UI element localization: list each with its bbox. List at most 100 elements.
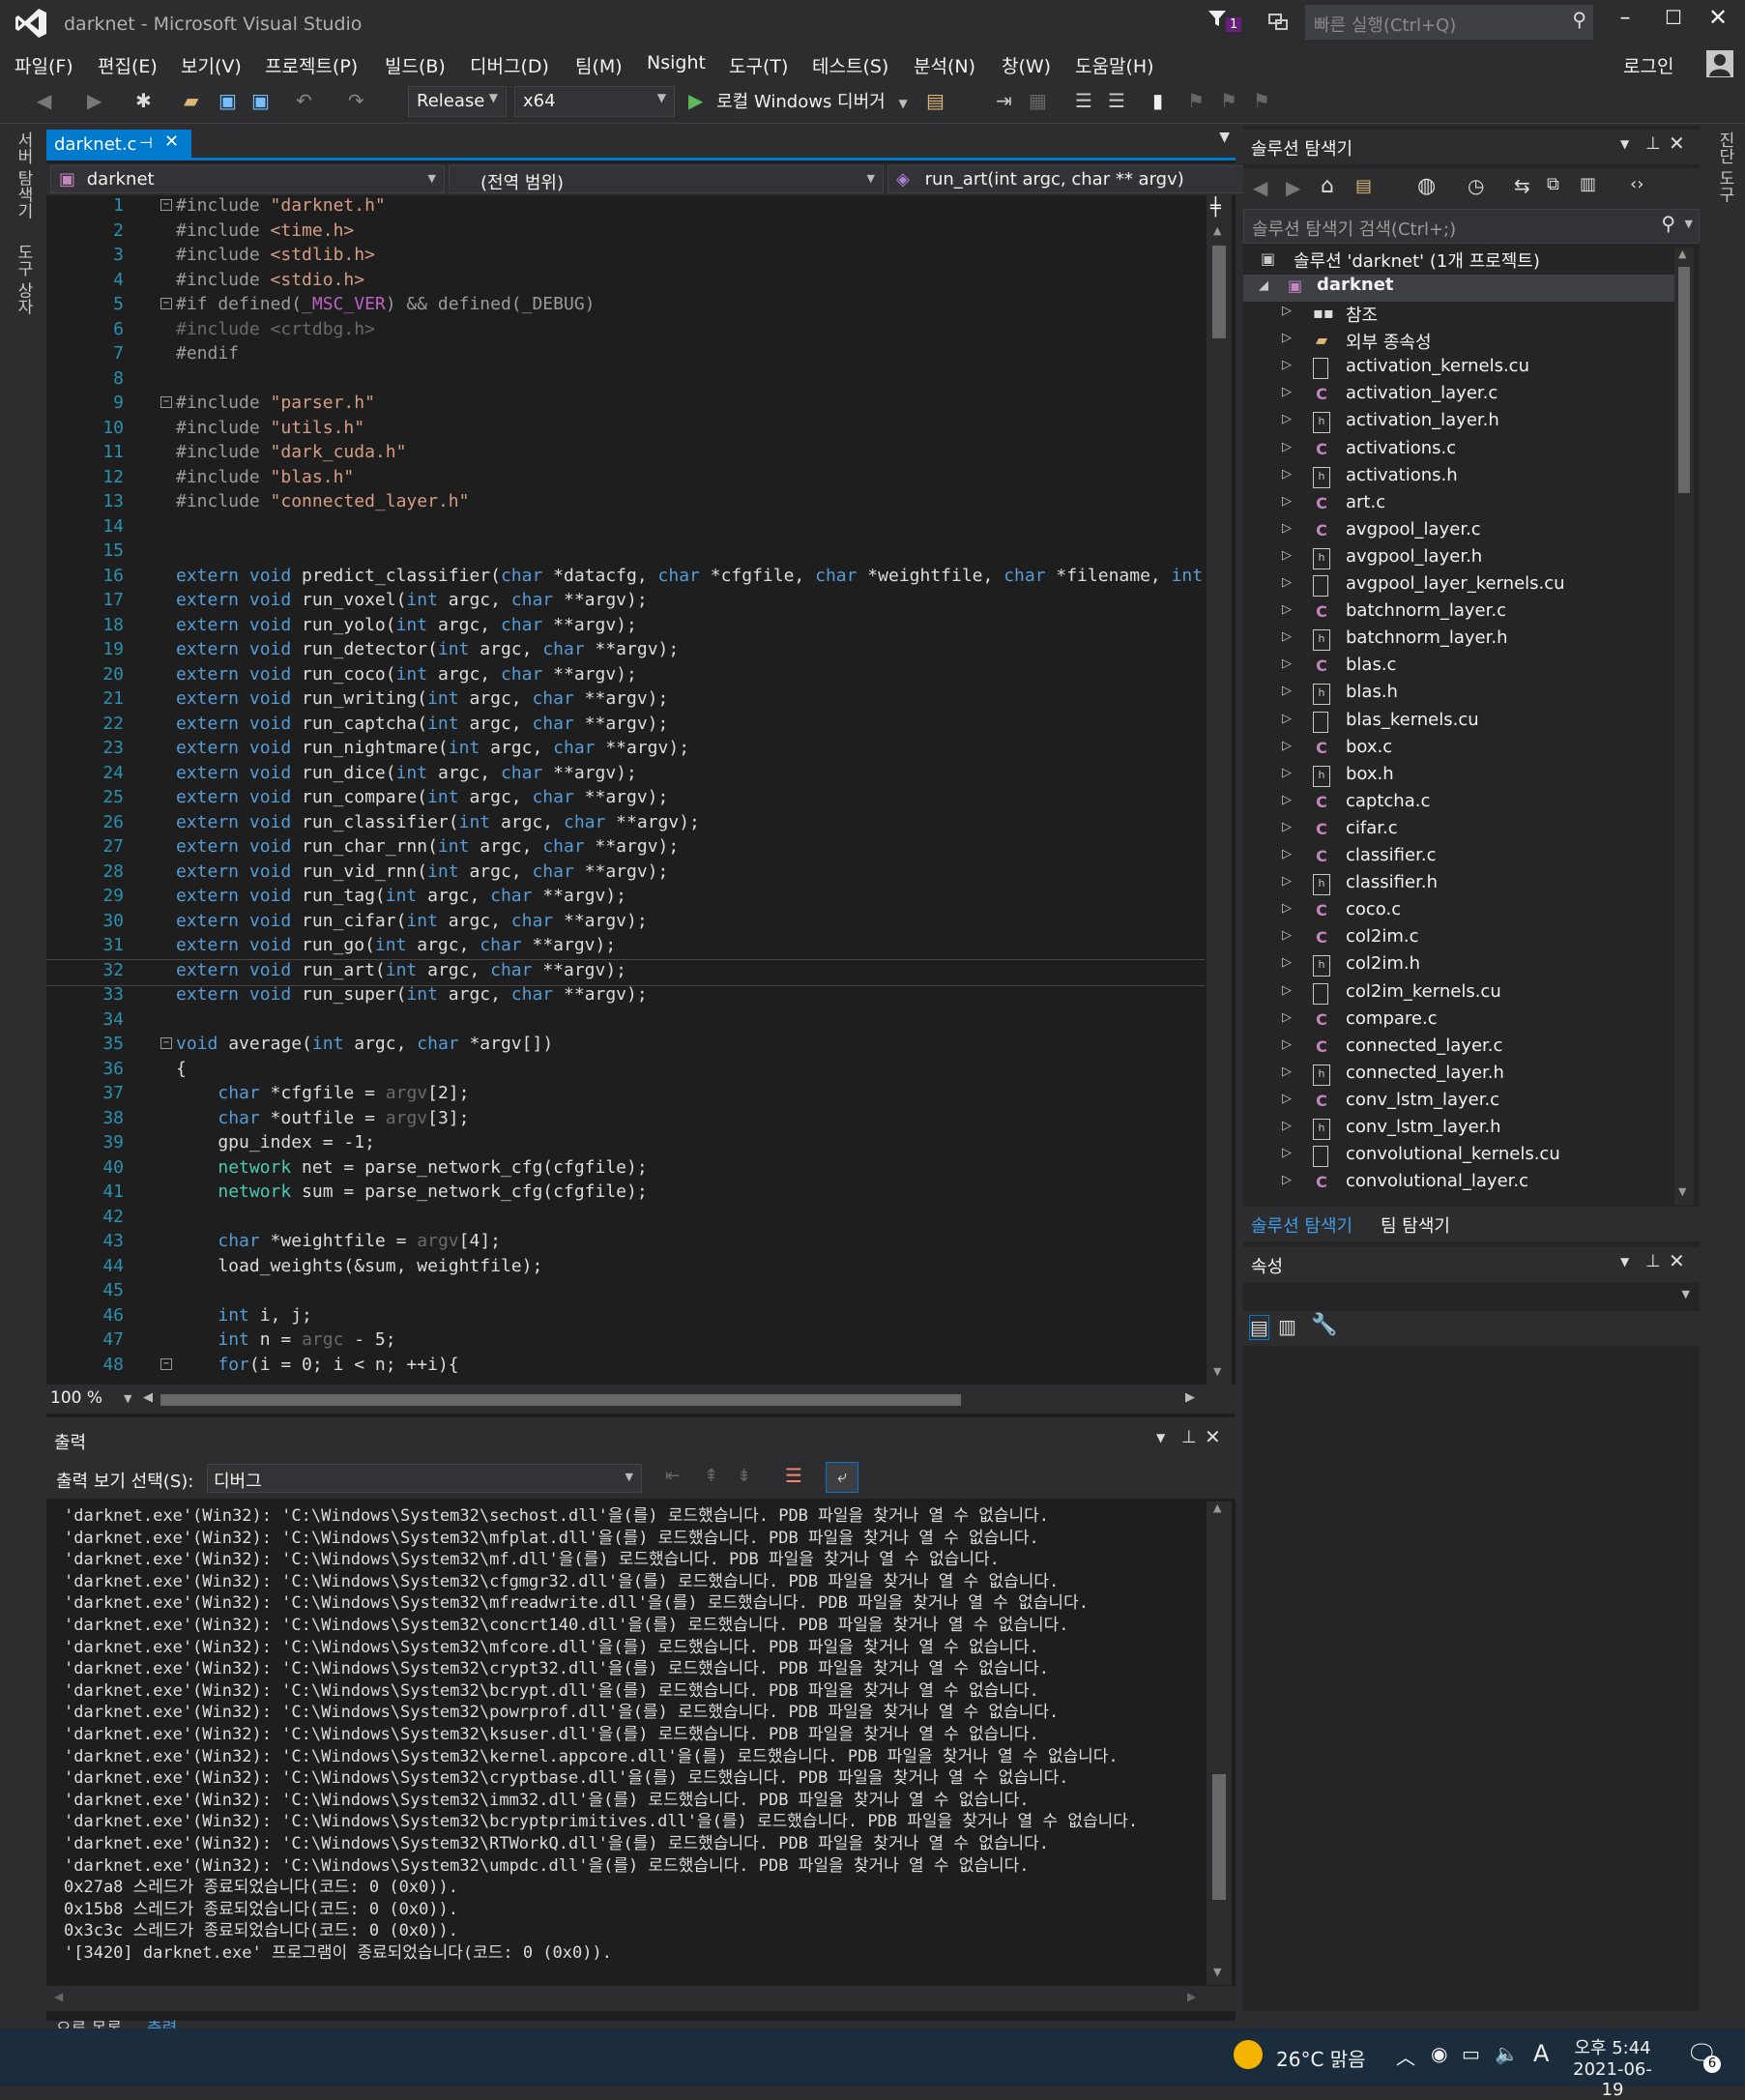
expand-icon[interactable]: ▷ [1282,739,1292,753]
new-project-icon[interactable]: ✱ [135,89,159,112]
collapse-icon[interactable]: − [160,1357,172,1370]
code-line[interactable]: 6 #include <crtdbg.h> [46,319,1205,344]
menu-team[interactable]: 팀(M) [575,52,623,78]
step-icon[interactable]: ⇥ [996,89,1019,112]
expand-icon[interactable]: ▷ [1282,1146,1292,1160]
bookmark-icon[interactable]: ▮ [1152,89,1176,112]
expand-icon[interactable]: ▷ [1282,602,1292,617]
menu-window[interactable]: 창(W) [1002,52,1051,78]
tree-item[interactable]: ▷ ▰ 외부 종속성 [1243,329,1674,356]
menu-debug[interactable]: 디버그(D) [470,52,549,78]
collapse-all-icon[interactable]: ⧉ [1547,174,1559,194]
expand-icon[interactable]: ▷ [1282,1173,1292,1187]
expand-icon[interactable]: ▷ [1282,1037,1292,1052]
code-line[interactable]: 45 [46,1280,1205,1305]
expand-icon[interactable]: ▷ [1282,440,1292,454]
next-message-icon[interactable]: ⇟ [737,1466,751,1486]
tree-item[interactable]: ▷ Cart.c [1243,492,1674,519]
expand-icon[interactable]: ▷ [1282,304,1292,318]
word-wrap-toggle-icon[interactable]: ⤶ [826,1462,858,1493]
expand-icon[interactable]: ▷ [1282,1092,1292,1106]
clock[interactable]: 오후 5:44 2021-06-19 [1566,2034,1659,2100]
code-line[interactable]: 30 extern void run_cifar(int argc, char *… [46,911,1205,936]
code-line[interactable]: 9 − #include "parser.h" [46,393,1205,418]
network-icon[interactable]: ▭ [1462,2042,1480,2065]
code-line[interactable]: 16 extern void predict_classifier(char *d… [46,566,1205,591]
scroll-down-icon[interactable]: ▼ [1213,1365,1221,1378]
close-icon[interactable]: ✕ [1205,1425,1221,1448]
tree-item[interactable]: ▷ activation_kernels.cu [1243,356,1674,383]
code-line[interactable]: 43 char *weightfile = argv[4]; [46,1231,1205,1256]
solution-node[interactable]: ▣ 솔루션 'darknet' (1개 프로젝트) [1243,248,1674,275]
goto-source-icon[interactable]: ⇤ [665,1466,680,1486]
tree-item[interactable]: ▷ Ccol2im.c [1243,926,1674,953]
expand-icon[interactable]: ▷ [1282,766,1292,780]
collapse-icon[interactable]: − [160,1037,172,1049]
expand-icon[interactable]: ▷ [1282,1119,1292,1133]
tree-item[interactable]: ▷ blas_kernels.cu [1243,710,1674,737]
quick-launch-input[interactable]: 빠른 실행(Ctrl+Q) ⚲ [1305,5,1593,40]
pending-changes-icon[interactable]: ◷ [1468,174,1484,197]
code-line[interactable]: 8 [46,368,1205,394]
code-line[interactable]: 31 extern void run_go(int argc, char **ar… [46,935,1205,960]
member-dropdown[interactable]: ◈ run_art(int argc, char ** argv) ▼ [887,165,1278,193]
code-line[interactable]: 42 [46,1207,1205,1232]
code-line[interactable]: 19 extern void run_detector(int argc, cha… [46,639,1205,664]
camera-icon[interactable]: ◉ [1431,2042,1447,2065]
expand-icon[interactable]: ▷ [1282,656,1292,671]
volume-icon[interactable]: 🔈 [1495,2042,1519,2065]
output-source-select[interactable]: 디버그 ▼ [207,1464,642,1493]
code-line[interactable]: 46 int i, j; [46,1305,1205,1330]
code-line[interactable]: 2 #include <time.h> [46,220,1205,246]
code-line[interactable]: 41 network sum = parse_network_cfg(cfgfi… [46,1181,1205,1207]
code-line[interactable]: 21 extern void run_writing(int argc, char… [46,688,1205,714]
code-line[interactable]: 32 extern void run_art(int argc, char **a… [46,958,1205,986]
sync-icon[interactable]: ⇆ [1514,174,1530,197]
code-line[interactable]: 29 extern void run_tag(int argc, char **a… [46,886,1205,911]
alphabetical-icon[interactable]: ▥ [1278,1315,1296,1338]
redo-icon[interactable]: ↷ [348,89,371,112]
code-line[interactable]: 40 network net = parse_network_cfg(cfgfi… [46,1157,1205,1182]
tab-output[interactable]: 출력 [147,2015,177,2028]
forward-icon[interactable]: ▶ [1286,176,1300,199]
property-pages-icon[interactable]: 🔧 [1311,1313,1337,1337]
tree-item[interactable]: ▷ Ccifar.c [1243,818,1674,845]
tab-solution-explorer[interactable]: 솔루션 탐색기 [1251,1212,1352,1238]
tree-item[interactable]: ▷ h box.h [1243,764,1674,791]
tree-item[interactable]: ▷ convolutional_kernels.cu [1243,1144,1674,1171]
project-dropdown[interactable]: ▣ darknet ▼ [50,165,445,193]
expand-icon[interactable]: ▷ [1282,901,1292,916]
output-vertical-scrollbar[interactable]: ▲ ▼ [1207,1502,1232,1985]
code-line[interactable]: 36 { [46,1059,1205,1084]
login-link[interactable]: 로그인 [1623,52,1673,78]
horizontal-scroll-thumb[interactable] [160,1394,961,1406]
zoom-level[interactable]: 100 % [50,1388,102,1408]
code-line[interactable]: 18 extern void run_yolo(int argc, char **… [46,615,1205,640]
chevron-down-icon[interactable]: ▼ [1156,1431,1165,1444]
expand-icon[interactable]: ▷ [1282,684,1292,698]
configuration-select[interactable]: Release ▼ [408,86,507,117]
chevron-up-icon[interactable]: ︿ [1396,2042,1415,2070]
platform-select[interactable]: x64 ▼ [514,86,675,117]
tree-item[interactable]: ▷ Ccoco.c [1243,899,1674,926]
tree-item[interactable]: ▷ Ccaptcha.c [1243,791,1674,818]
code-line[interactable]: 12 #include "blas.h" [46,467,1205,492]
pin-icon[interactable]: ⊥ [1645,133,1661,154]
tab-darknet-c[interactable]: darknet.c ⊣ ✕ [46,130,191,160]
expand-icon[interactable]: ▷ [1282,793,1292,807]
open-file-icon[interactable]: ▰ [184,89,207,112]
scroll-down-icon[interactable]: ▼ [1678,1185,1686,1198]
tree-item[interactable]: ▷ h connected_layer.h [1243,1063,1674,1090]
code-line[interactable]: 44 load_weights(&sum, weightfile); [46,1256,1205,1281]
expand-icon[interactable]: ▷ [1282,1065,1292,1079]
tree-item[interactable]: ▷ h batchnorm_layer.h [1243,627,1674,655]
code-line[interactable]: 13 #include "connected_layer.h" [46,491,1205,516]
minimize-button[interactable]: – [1611,6,1640,30]
code-line[interactable]: 10 #include "utils.h" [46,418,1205,443]
tree-item[interactable]: ▷ Cbox.c [1243,737,1674,764]
collapse-icon[interactable]: − [160,396,172,408]
code-line[interactable]: 27 extern void run_char_rnn(int argc, cha… [46,836,1205,861]
scroll-left-icon[interactable]: ◀ [143,1390,153,1405]
next-bookmark-icon[interactable]: ⚑ [1220,89,1243,112]
menu-build[interactable]: 빌드(B) [385,52,446,78]
